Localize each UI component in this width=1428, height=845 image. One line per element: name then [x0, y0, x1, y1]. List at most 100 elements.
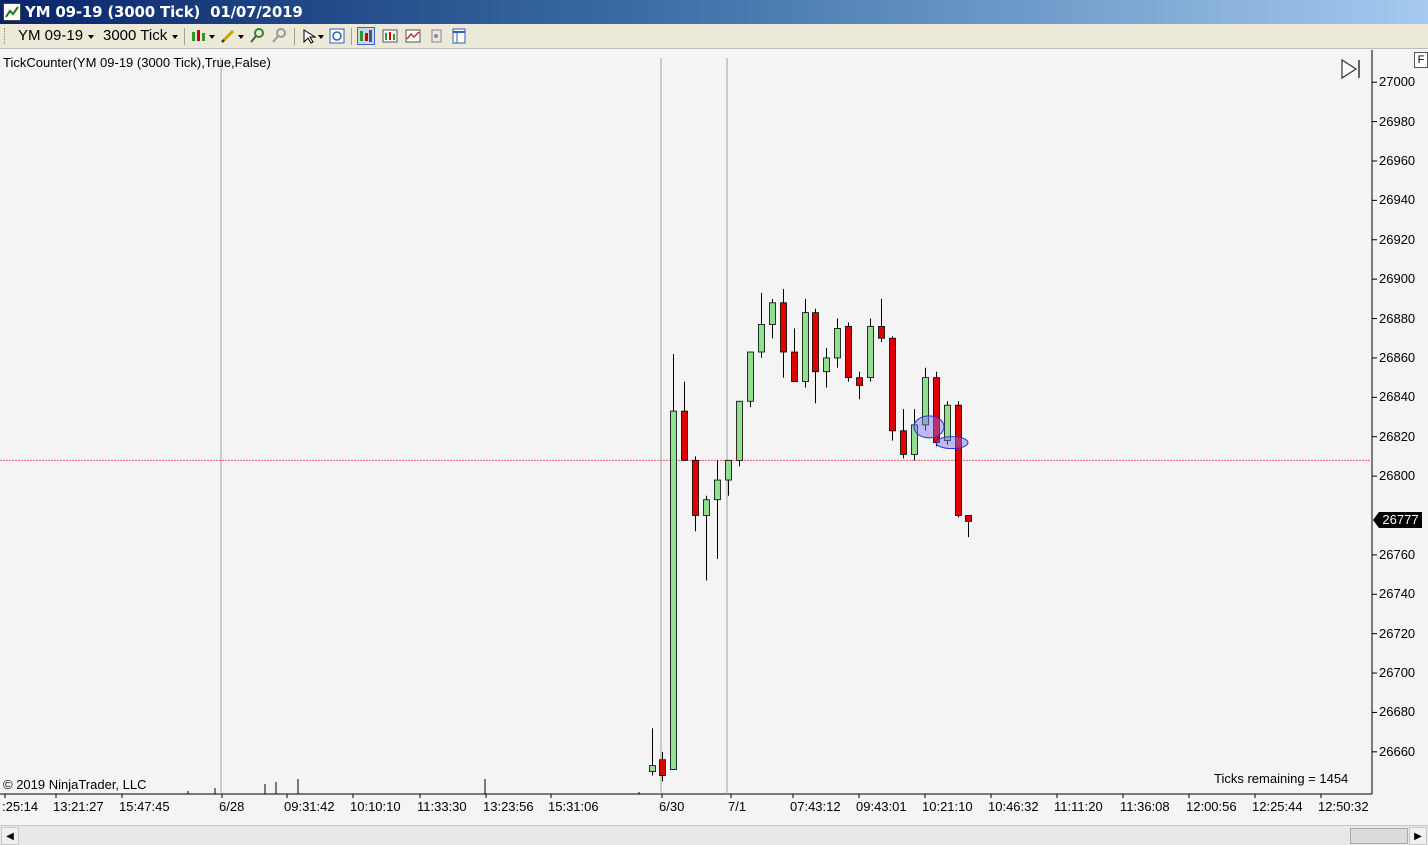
- scroll-right-button[interactable]: ▶: [1409, 827, 1427, 845]
- time-tick-label: 09:43:01: [856, 799, 907, 814]
- data-box-icon[interactable]: [328, 27, 346, 45]
- up-candle: [834, 327, 841, 359]
- time-tick-label: 15:47:45: [119, 799, 170, 814]
- chevron-down-icon[interactable]: [209, 35, 215, 39]
- f-button[interactable]: F: [1414, 52, 1428, 68]
- scrollbar-thumb[interactable]: [1350, 828, 1408, 844]
- time-tick-label: 13:23:56: [483, 799, 534, 814]
- time-tick-label: 12:00:56: [1186, 799, 1237, 814]
- zoom-out-icon[interactable]: [270, 27, 288, 45]
- time-tick-label: 10:21:10: [922, 799, 973, 814]
- time-tick-label: 6/28: [219, 799, 245, 814]
- price-tick-label: 26960: [1379, 152, 1416, 168]
- window-layout-icon[interactable]: [450, 27, 468, 45]
- down-candle: [965, 515, 972, 522]
- time-tick-label: 7/1: [728, 799, 747, 814]
- drawing-pencil-icon[interactable]: [219, 27, 237, 45]
- price-tick-label: 26700: [1379, 665, 1416, 681]
- toolbar-separator: [294, 28, 295, 45]
- interval-selector[interactable]: 3000 Tick: [103, 27, 167, 44]
- down-candle: [692, 459, 699, 516]
- up-candle: [747, 351, 754, 402]
- down-candle: [780, 302, 787, 353]
- price-tick-label: 26720: [1379, 625, 1416, 641]
- chevron-down-icon[interactable]: [172, 35, 178, 39]
- price-tick-label: 26820: [1379, 428, 1416, 444]
- up-candle: [769, 302, 776, 325]
- horizontal-scrollbar[interactable]: ◀ ▶: [0, 825, 1428, 845]
- toolbar-separator: [351, 28, 352, 45]
- toolbar-grip[interactable]: [4, 28, 7, 44]
- price-tick-label: 26920: [1379, 231, 1416, 247]
- up-candle: [944, 404, 951, 442]
- price-tick-label: 26900: [1379, 271, 1416, 287]
- down-candle: [681, 410, 688, 461]
- down-candle: [955, 404, 962, 516]
- price-tick-label: 26680: [1379, 704, 1416, 720]
- down-candle: [659, 759, 666, 776]
- zoom-in-icon[interactable]: [248, 27, 266, 45]
- chart-toolbar: YM 09-19 3000 Tick: [0, 24, 1428, 49]
- chevron-down-icon[interactable]: [318, 35, 324, 39]
- time-tick-label: 10:10:10: [350, 799, 401, 814]
- cursor-pointer-icon[interactable]: [300, 27, 318, 45]
- down-candle: [856, 377, 863, 386]
- time-tick-label: 12:50:32: [1318, 799, 1369, 814]
- last-price-marker: 26777: [1373, 512, 1422, 528]
- price-tick-label: 27000: [1379, 74, 1416, 90]
- price-tick-label: 26980: [1379, 113, 1416, 129]
- time-tick-label: 15:31:06: [548, 799, 599, 814]
- price-tick-label: 26660: [1379, 743, 1416, 759]
- price-tick-label: 26860: [1379, 349, 1416, 365]
- chart-panel[interactable]: TickCounter(YM 09-19 (3000 Tick),True,Fa…: [0, 50, 1428, 825]
- down-candle: [889, 337, 896, 432]
- up-candle: [758, 324, 765, 353]
- down-candle: [791, 351, 798, 382]
- scroll-left-button[interactable]: ◀: [1, 827, 19, 845]
- time-tick-label: :25:14: [2, 799, 39, 814]
- highlight-ellipse: [913, 415, 945, 439]
- time-tick-label: 10:46:32: [988, 799, 1039, 814]
- chevron-down-icon[interactable]: [88, 35, 94, 39]
- price-tick-label: 26840: [1379, 389, 1416, 405]
- time-tick-label: 11:11:20: [1054, 799, 1103, 814]
- down-candle: [878, 326, 885, 339]
- scroll-to-end-icon[interactable]: [1339, 58, 1363, 80]
- time-tick-label: 11:36:08: [1120, 799, 1170, 814]
- indicator-label: TickCounter(YM 09-19 (3000 Tick),True,Fa…: [3, 55, 271, 70]
- up-candle: [802, 312, 809, 382]
- chevron-down-icon[interactable]: [238, 35, 244, 39]
- up-candle: [867, 326, 874, 379]
- time-tick-label: 13:21:27: [53, 799, 104, 814]
- down-candle: [845, 326, 852, 379]
- price-tick-label: 26740: [1379, 586, 1416, 602]
- price-tick-label: 26760: [1379, 546, 1416, 562]
- down-candle: [900, 430, 907, 455]
- up-candle: [736, 400, 743, 461]
- indicators-icon[interactable]: [404, 27, 422, 45]
- title-bar: YM 09-19 (3000 Tick) 01/07/2019: [0, 0, 1428, 24]
- price-chart[interactable]: [0, 50, 1428, 825]
- price-tick-label: 26940: [1379, 192, 1416, 208]
- price-tick-label: 26880: [1379, 310, 1416, 326]
- price-tick-label: 26800: [1379, 468, 1416, 484]
- up-candle: [670, 410, 677, 770]
- copyright-text: © 2019 NinjaTrader, LLC: [3, 777, 147, 792]
- time-tick-label: 11:33:30: [417, 799, 467, 814]
- up-candle: [823, 357, 830, 373]
- instrument-selector[interactable]: YM 09-19: [18, 27, 83, 44]
- up-candle: [725, 459, 732, 481]
- highlight-ellipse: [935, 436, 969, 450]
- properties-icon[interactable]: [427, 27, 445, 45]
- window-title: YM 09-19 (3000 Tick) 01/07/2019: [25, 3, 303, 21]
- strategies-icon[interactable]: [381, 27, 399, 45]
- up-candle: [714, 479, 721, 501]
- down-candle: [812, 312, 819, 373]
- chart-trader-icon[interactable]: [357, 27, 375, 45]
- toolbar-separator: [184, 28, 185, 45]
- up-candle: [649, 765, 656, 772]
- time-tick-label: 07:43:12: [790, 799, 841, 814]
- time-tick-label: 6/30: [659, 799, 685, 814]
- chart-style-icon[interactable]: [190, 27, 208, 45]
- time-tick-label: 09:31:42: [284, 799, 335, 814]
